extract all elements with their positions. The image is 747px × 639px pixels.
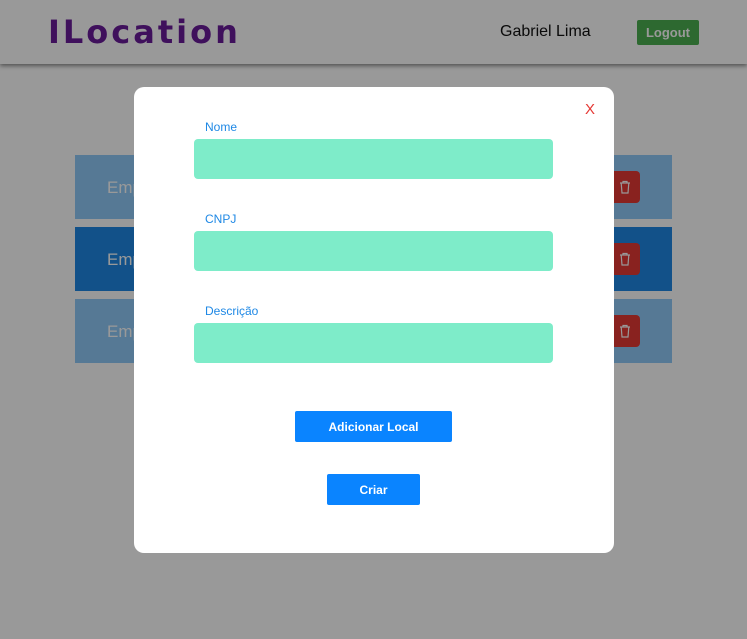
- create-company-modal: X Nome CNPJ Descrição Adicionar Local Cr…: [134, 87, 614, 553]
- nome-input[interactable]: [194, 139, 553, 179]
- create-button[interactable]: Criar: [327, 474, 420, 505]
- cnpj-input[interactable]: [194, 231, 553, 271]
- cnpj-label: CNPJ: [205, 212, 237, 226]
- add-local-button[interactable]: Adicionar Local: [295, 411, 452, 442]
- nome-label: Nome: [205, 120, 238, 134]
- descricao-label: Descrição: [205, 304, 259, 318]
- close-button[interactable]: X: [583, 99, 597, 119]
- descricao-input[interactable]: [194, 323, 553, 363]
